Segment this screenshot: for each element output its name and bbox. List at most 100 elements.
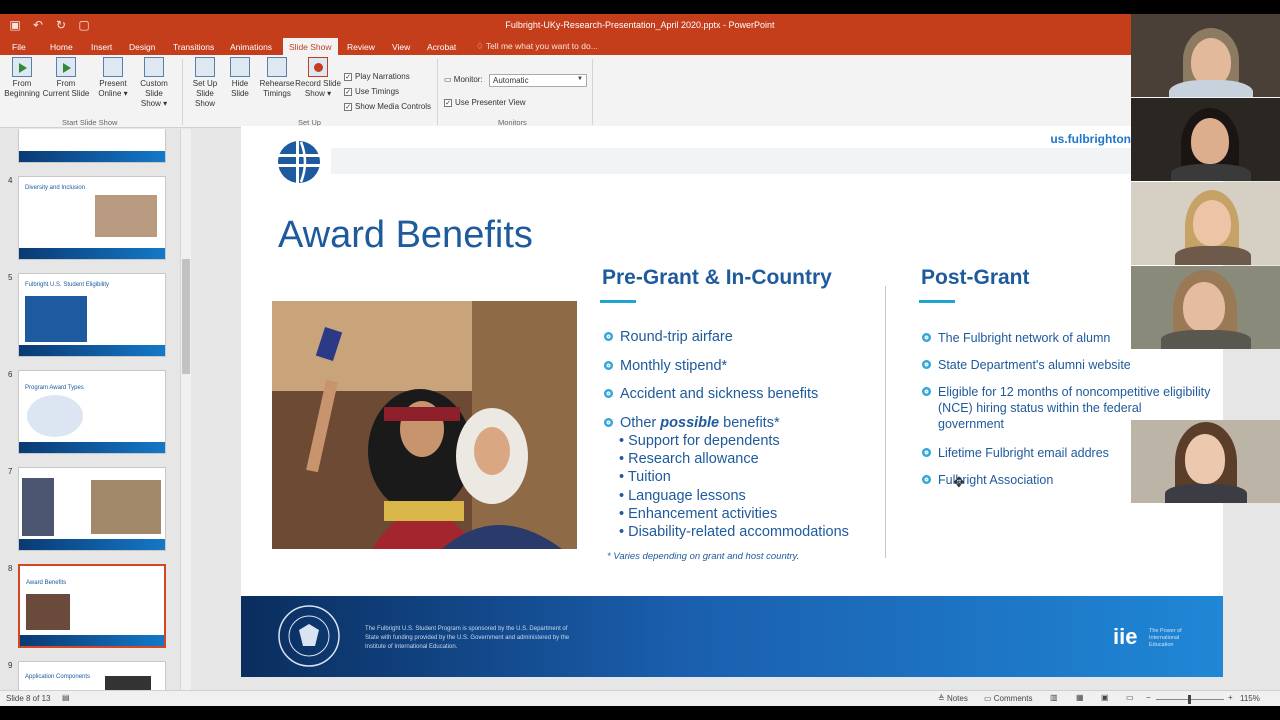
slide-thumbnail-4[interactable]: Diversity and Inclusion: [18, 176, 166, 260]
thumb-title: Fulbright U.S. Student Eligibility: [25, 282, 110, 288]
play-icon: [56, 57, 76, 77]
slide-thumbnail-pane: 4 Diversity and Inclusion 5 Fulbright U.…: [0, 129, 192, 690]
program-disclaimer: The Fulbright U.S. Student Program is sp…: [365, 626, 570, 650]
participant-video-2[interactable]: [1131, 98, 1280, 181]
tab-home[interactable]: Home: [44, 40, 79, 54]
tab-file[interactable]: File: [6, 40, 32, 54]
thumb-block: [25, 296, 87, 342]
checkbox-checked: ✓: [344, 102, 352, 111]
normal-view-icon[interactable]: ▥: [1050, 693, 1058, 702]
slide-counter: Slide 8 of 13: [6, 694, 51, 703]
tab-slide-show[interactable]: Slide Show: [283, 38, 338, 55]
scroll-thumb[interactable]: [182, 259, 190, 374]
play-icon: [12, 57, 32, 77]
slide-thumbnail-8[interactable]: Award Benefits: [18, 564, 166, 648]
lightbulb-icon: ♢: [476, 41, 486, 51]
hide-slide-button[interactable]: Hide Slide: [227, 57, 253, 99]
slide-thumbnail-7[interactable]: [18, 467, 166, 551]
thumb-title: Application Components: [25, 674, 91, 680]
pre-grant-heading: Pre-Grant & In-Country: [602, 266, 832, 289]
use-timings-checkbox[interactable]: ✓ Use Timings: [344, 87, 399, 96]
participant-video-1[interactable]: [1131, 14, 1280, 97]
slide-number: 9: [8, 661, 13, 670]
thumb-title: Diversity and Inclusion: [25, 185, 86, 191]
sub-benefit-item: • Enhancement activities: [619, 506, 778, 522]
participant-body: [1171, 164, 1251, 181]
heading-underline: [919, 300, 955, 303]
participant-video-5[interactable]: [1131, 420, 1280, 503]
play-narrations-checkbox[interactable]: ✓ Play Narrations: [344, 72, 410, 81]
participant-face: [1183, 282, 1225, 332]
slide-title: Award Benefits: [278, 214, 533, 256]
thumbnail-scrollbar[interactable]: [180, 129, 191, 704]
thumb-footer: [20, 635, 164, 646]
participant-face: [1193, 200, 1231, 246]
footnote: * Varies depending on grant and host cou…: [607, 551, 800, 562]
slide-footer: The Fulbright U.S. Student Program is sp…: [241, 596, 1223, 677]
record-slide-show-button[interactable]: Record Slide Show ▾: [295, 57, 341, 99]
participant-video-3[interactable]: [1131, 182, 1280, 265]
from-current-slide-button[interactable]: From Current Slide: [42, 57, 90, 99]
comments-button[interactable]: ▭ Comments: [984, 694, 1032, 703]
thumb-title: Award Benefits: [26, 580, 67, 586]
post-grant-item: Lifetime Fulbright email addres: [921, 445, 1109, 462]
spellcheck-icon[interactable]: ▤: [62, 693, 70, 702]
thumb-map: [27, 395, 83, 437]
thumb-photo: [95, 195, 157, 237]
header-bar: [331, 148, 1223, 174]
slide-thumbnail-9[interactable]: Application Components: [18, 661, 166, 690]
post-grant-heading: Post-Grant: [921, 266, 1030, 289]
slide-sorter-icon[interactable]: ▦: [1076, 693, 1084, 702]
notes-button[interactable]: ≜ Notes: [938, 694, 968, 703]
slide-thumbnail-5[interactable]: Fulbright U.S. Student Eligibility: [18, 273, 166, 357]
slide-thumbnail-6[interactable]: Program Award Types: [18, 370, 166, 454]
reading-view-icon[interactable]: ▣: [1101, 693, 1109, 702]
video-call-panel: [1131, 0, 1280, 706]
monitor-select[interactable]: Automatic ▼: [489, 74, 587, 87]
thumb-footer: [19, 151, 165, 162]
thumb-photo: [91, 480, 161, 534]
thumb-footer: [19, 539, 165, 550]
title-bar: ▣ ↶ ↻ ▢ Fulbright-UKy-Research-Presentat…: [0, 14, 1280, 38]
tell-me-search[interactable]: ♢ Tell me what you want to do...: [476, 41, 598, 52]
tab-review[interactable]: Review: [341, 40, 381, 54]
rehearse-timings-button[interactable]: Rehearse Timings: [259, 57, 295, 99]
post-grant-item: Fulbright Association: [921, 472, 1053, 489]
tab-design[interactable]: Design: [123, 40, 161, 54]
tab-transitions[interactable]: Transitions: [167, 40, 220, 54]
powerpoint-window: ▣ ↶ ↻ ▢ Fulbright-UKy-Research-Presentat…: [0, 14, 1280, 706]
post-grant-item: State Department's alumni website: [921, 357, 1131, 374]
tab-view[interactable]: View: [386, 40, 416, 54]
participant-body: [1165, 484, 1247, 503]
column-divider: [885, 286, 886, 558]
custom-slide-show-button[interactable]: Custom Slide Show ▾: [132, 57, 176, 109]
sub-benefit-item: • Tuition: [619, 469, 671, 485]
set-up-slide-show-button[interactable]: Set Up Slide Show: [185, 57, 225, 109]
fulbright-globe-logo: [277, 140, 321, 184]
tab-acrobat[interactable]: Acrobat: [421, 40, 462, 54]
slide-number: 4: [8, 176, 13, 185]
sub-benefit-item: • Language lessons: [619, 488, 746, 504]
benefit-item: Accident and sickness benefits: [603, 386, 818, 403]
participant-video-4[interactable]: [1131, 266, 1280, 349]
tab-insert[interactable]: Insert: [85, 40, 118, 54]
group-label: Start Slide Show: [62, 118, 118, 127]
thumb-footer: [19, 345, 165, 356]
slide-number: 6: [8, 370, 13, 379]
sub-benefit-item: • Support for dependents: [619, 433, 780, 449]
tab-animations[interactable]: Animations: [224, 40, 278, 54]
thumb-photo: [26, 594, 70, 630]
slide-canvas[interactable]: us.fulbrighton Award Benefits Pre-Grant …: [241, 126, 1223, 677]
present-online-button[interactable]: Present Online ▾: [95, 57, 131, 99]
slide-thumbnail-3[interactable]: [18, 129, 166, 163]
divider: [592, 59, 593, 125]
participant-body: [1161, 330, 1251, 349]
use-presenter-view-checkbox[interactable]: ✓ Use Presenter View: [444, 98, 526, 107]
website-url: us.fulbrighton: [1050, 132, 1131, 146]
ribbon-tabs: File Home Insert Design Transitions Anim…: [0, 38, 1280, 55]
monitor-icon: ▭: [444, 75, 454, 84]
from-beginning-button[interactable]: From Beginning: [4, 57, 40, 99]
show-media-controls-checkbox[interactable]: ✓ Show Media Controls: [344, 102, 431, 111]
benefit-item: Monthly stipend*: [603, 358, 727, 375]
participant-face: [1185, 434, 1225, 484]
